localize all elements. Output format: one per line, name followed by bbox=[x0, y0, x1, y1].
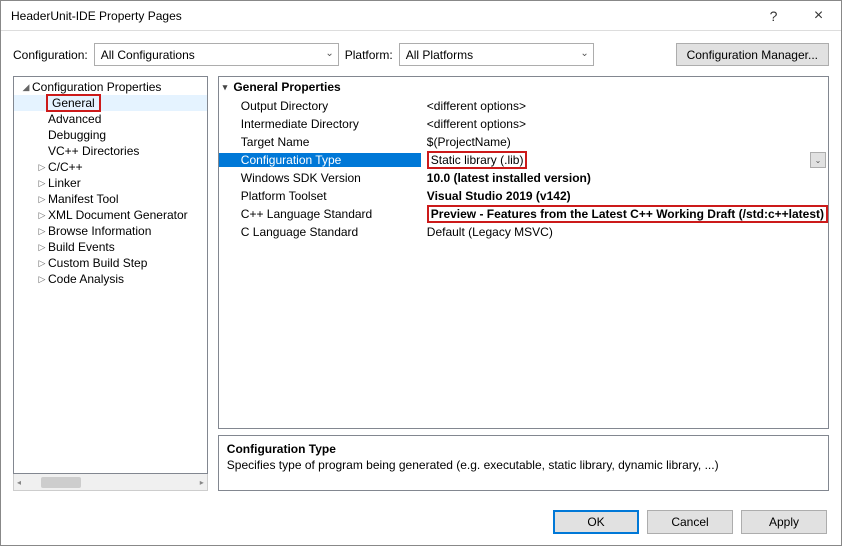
highlighted-value: Preview - Features from the Latest C++ W… bbox=[427, 205, 828, 223]
grid-group-title: General Properties bbox=[233, 80, 340, 94]
tree-item-advanced[interactable]: Advanced bbox=[14, 111, 207, 127]
collapsed-icon: ▷ bbox=[36, 194, 48, 205]
property-row[interactable]: Output Directory<different options> bbox=[219, 97, 828, 115]
chevron-down-icon: ⌄ bbox=[580, 48, 588, 59]
tree-item-label: XML Document Generator bbox=[48, 208, 188, 222]
collapsed-icon: ▷ bbox=[36, 258, 48, 269]
description-panel: Configuration Type Specifies type of pro… bbox=[218, 435, 829, 491]
description-text: Specifies type of program being generate… bbox=[227, 458, 820, 472]
tree-item-manifest-tool[interactable]: ▷Manifest Tool bbox=[14, 191, 207, 207]
property-row[interactable]: Intermediate Directory<different options… bbox=[219, 115, 828, 133]
property-label: C++ Language Standard bbox=[219, 207, 421, 221]
chevron-down-icon: ⌄ bbox=[325, 48, 333, 59]
tree-item-label: Advanced bbox=[48, 112, 101, 126]
tree-item-debugging[interactable]: Debugging bbox=[14, 127, 207, 143]
collapsed-icon: ▷ bbox=[36, 242, 48, 253]
property-label: Windows SDK Version bbox=[219, 171, 421, 185]
tree-item-label: Linker bbox=[48, 176, 81, 190]
description-title: Configuration Type bbox=[227, 442, 820, 456]
tree-item-label: VC++ Directories bbox=[48, 144, 139, 158]
platform-value: All Platforms bbox=[406, 48, 473, 62]
tree-item-label: Debugging bbox=[48, 128, 106, 142]
property-grid: ▾ General Properties Output Directory<di… bbox=[218, 76, 829, 429]
help-button[interactable]: ? bbox=[751, 1, 796, 31]
property-value[interactable]: Static library (.lib) ⌄ bbox=[421, 151, 828, 169]
collapsed-icon: ▷ bbox=[36, 226, 48, 237]
collapsed-icon: ▷ bbox=[36, 162, 48, 173]
tree-item-code-analysis[interactable]: ▷Code Analysis bbox=[14, 271, 207, 287]
tree-item-label: Custom Build Step bbox=[48, 256, 147, 270]
tree-item-browse-information[interactable]: ▷Browse Information bbox=[14, 223, 207, 239]
property-row[interactable]: C++ Language Standard Preview - Features … bbox=[219, 205, 828, 223]
property-value[interactable]: Default (Legacy MSVC) bbox=[421, 225, 828, 239]
collapsed-icon: ▷ bbox=[36, 210, 48, 221]
window-title: HeaderUnit-IDE Property Pages bbox=[11, 9, 751, 23]
property-row[interactable]: Configuration Type Static library (.lib) ⌄ bbox=[219, 151, 828, 169]
property-label: Configuration Type bbox=[219, 153, 421, 167]
tree-item-label: C/C++ bbox=[48, 160, 83, 174]
property-label: Target Name bbox=[219, 135, 421, 149]
tree-item-linker[interactable]: ▷Linker bbox=[14, 175, 207, 191]
cancel-button[interactable]: Cancel bbox=[647, 510, 733, 534]
property-value[interactable]: Preview - Features from the Latest C++ W… bbox=[421, 205, 828, 223]
property-label: Intermediate Directory bbox=[219, 117, 421, 131]
tree-item-xml-document-generator[interactable]: ▷XML Document Generator bbox=[14, 207, 207, 223]
tree-item-general[interactable]: General bbox=[14, 95, 207, 111]
property-row[interactable]: Target Name$(ProjectName) bbox=[219, 133, 828, 151]
grid-group-header[interactable]: ▾ General Properties bbox=[219, 77, 828, 97]
property-row[interactable]: Platform ToolsetVisual Studio 2019 (v142… bbox=[219, 187, 828, 205]
property-label: C Language Standard bbox=[219, 225, 421, 239]
scroll-arrow-left-icon[interactable]: ◂ bbox=[17, 478, 21, 487]
scroll-arrow-right-icon[interactable]: ▸ bbox=[200, 478, 204, 487]
dialog-footer: OK Cancel Apply bbox=[1, 499, 841, 545]
expanded-icon: ◢ bbox=[20, 82, 32, 93]
tree-item-label: Build Events bbox=[48, 240, 115, 254]
property-row[interactable]: Windows SDK Version10.0 (latest installe… bbox=[219, 169, 828, 187]
ok-button[interactable]: OK bbox=[553, 510, 639, 534]
tree-item-c-c-[interactable]: ▷C/C++ bbox=[14, 159, 207, 175]
property-value[interactable]: $(ProjectName) bbox=[421, 135, 828, 149]
platform-label: Platform: bbox=[345, 48, 393, 62]
tree-item-label: Code Analysis bbox=[48, 272, 124, 286]
tree-item-label: Browse Information bbox=[48, 224, 151, 238]
scrollbar-thumb[interactable] bbox=[41, 477, 81, 488]
configuration-value: All Configurations bbox=[101, 48, 195, 62]
tree-item-custom-build-step[interactable]: ▷Custom Build Step bbox=[14, 255, 207, 271]
collapsed-icon: ▷ bbox=[36, 274, 48, 285]
nav-tree[interactable]: ◢Configuration PropertiesGeneralAdvanced… bbox=[13, 76, 208, 474]
close-button[interactable]: × bbox=[796, 1, 841, 31]
property-label: Output Directory bbox=[219, 99, 421, 113]
property-label: Platform Toolset bbox=[219, 189, 421, 203]
titlebar: HeaderUnit-IDE Property Pages ? × bbox=[1, 1, 841, 31]
tree-root[interactable]: ◢Configuration Properties bbox=[14, 79, 207, 95]
property-value[interactable]: Visual Studio 2019 (v142) bbox=[421, 189, 828, 203]
configuration-label: Configuration: bbox=[13, 48, 88, 62]
property-value[interactable]: 10.0 (latest installed version) bbox=[421, 171, 828, 185]
configuration-manager-button[interactable]: Configuration Manager... bbox=[676, 43, 829, 66]
tree-item-vc-directories[interactable]: VC++ Directories bbox=[14, 143, 207, 159]
tree-item-label: Manifest Tool bbox=[48, 192, 118, 206]
property-value[interactable]: <different options> bbox=[421, 117, 828, 131]
horizontal-scrollbar[interactable]: ◂ ▸ bbox=[13, 474, 208, 491]
property-row[interactable]: C Language StandardDefault (Legacy MSVC) bbox=[219, 223, 828, 241]
tree-item-build-events[interactable]: ▷Build Events bbox=[14, 239, 207, 255]
tree-item-label: General bbox=[46, 94, 101, 112]
collapse-icon: ▾ bbox=[223, 82, 228, 93]
collapsed-icon: ▷ bbox=[36, 178, 48, 189]
dropdown-button[interactable]: ⌄ bbox=[810, 152, 826, 168]
platform-dropdown[interactable]: All Platforms ⌄ bbox=[399, 43, 594, 66]
apply-button[interactable]: Apply bbox=[741, 510, 827, 534]
configuration-dropdown[interactable]: All Configurations ⌄ bbox=[94, 43, 339, 66]
property-value[interactable]: <different options> bbox=[421, 99, 828, 113]
tree-root-label: Configuration Properties bbox=[32, 80, 161, 94]
config-bar: Configuration: All Configurations ⌄ Plat… bbox=[1, 31, 841, 76]
highlighted-value: Static library (.lib) bbox=[427, 151, 528, 169]
